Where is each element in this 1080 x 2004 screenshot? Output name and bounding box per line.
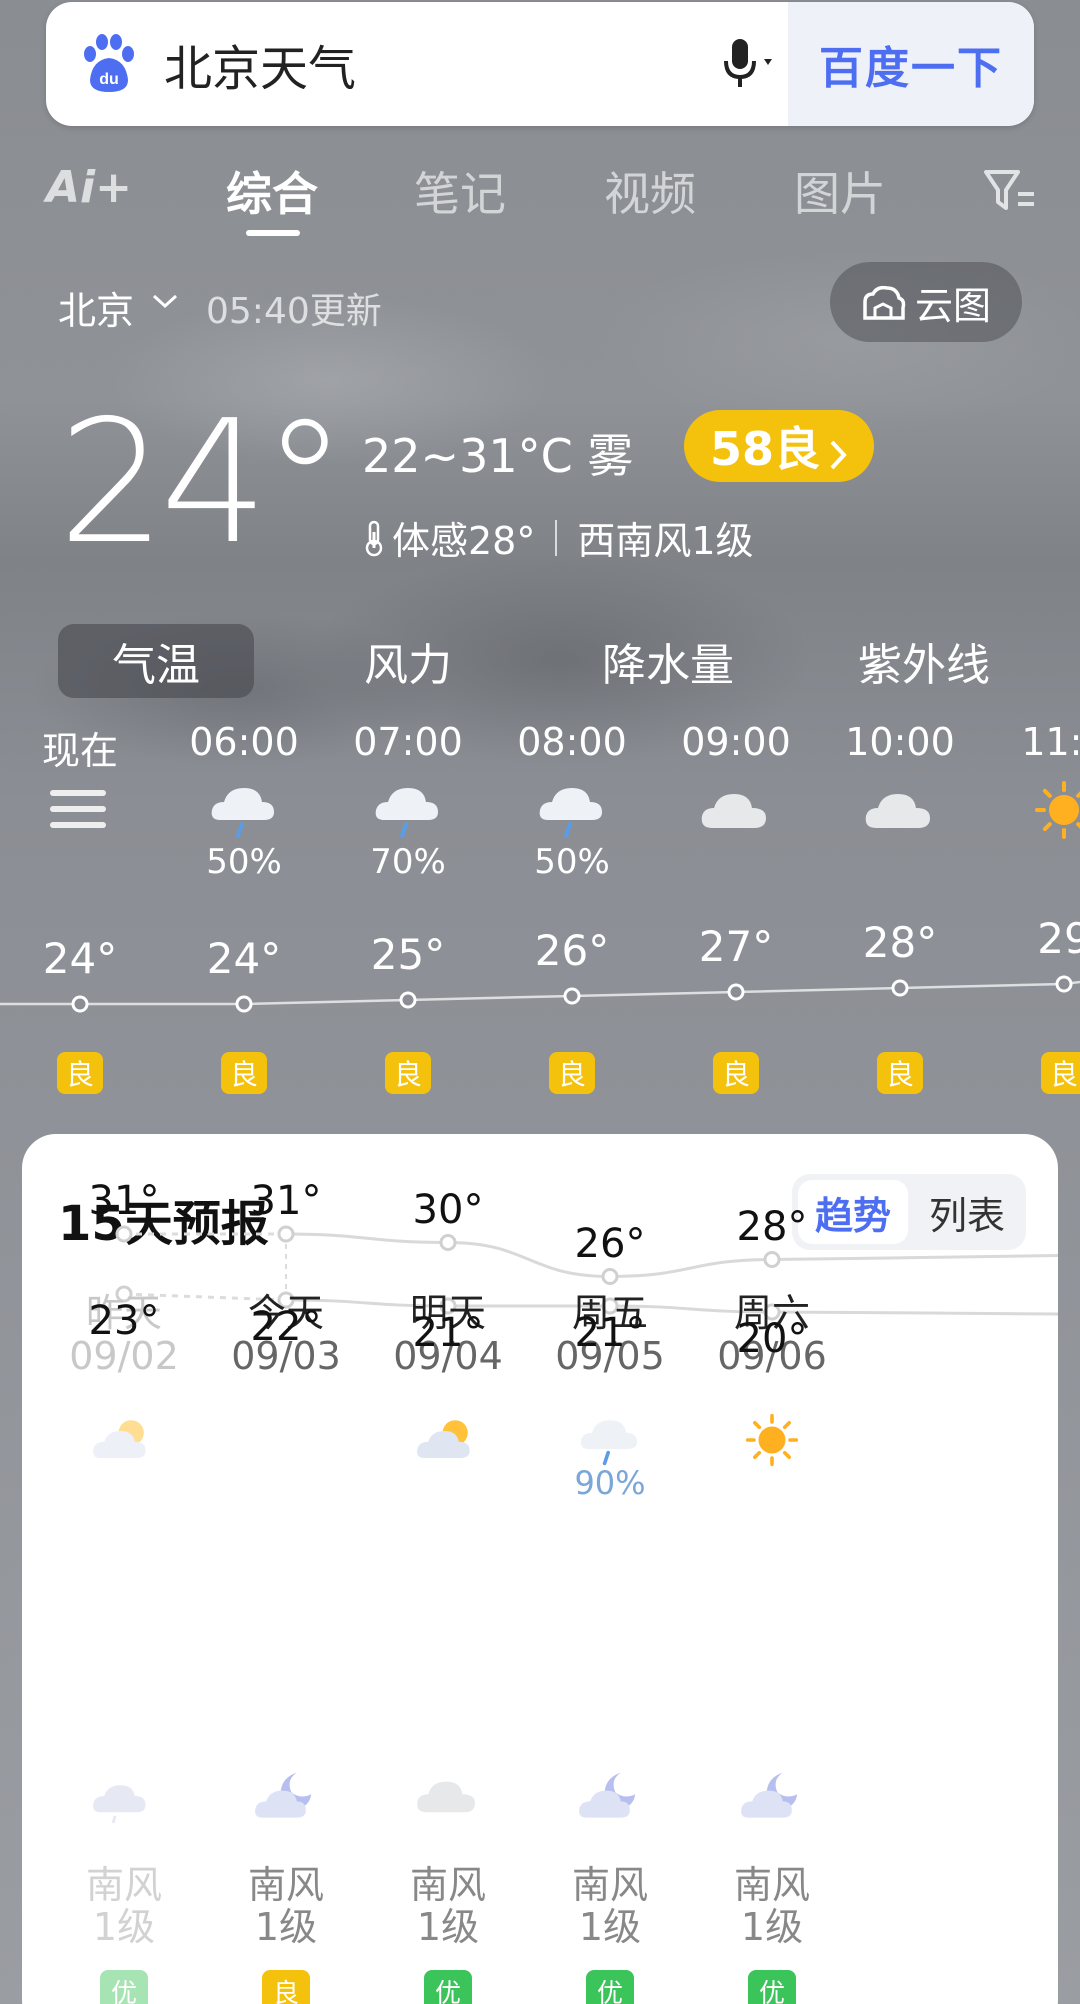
hour-time: 07:00 bbox=[353, 720, 463, 764]
metric-tab-uv[interactable]: 紫外线 bbox=[822, 624, 1026, 698]
hour-aqi-chip: 良 bbox=[57, 1052, 103, 1094]
fog-icon bbox=[250, 1410, 322, 1470]
microphone-icon[interactable] bbox=[718, 29, 778, 99]
current-temperature: 24° bbox=[58, 384, 347, 582]
update-time: 05:40更新 bbox=[206, 291, 382, 332]
tab-comprehensive[interactable]: 综合 bbox=[226, 158, 318, 224]
cloudy-night-icon bbox=[88, 1764, 160, 1828]
day-aqi-chip: 良 bbox=[262, 1970, 310, 2004]
baidu-paw-icon: du bbox=[76, 32, 140, 96]
active-tab-indicator bbox=[246, 230, 300, 236]
hour-time: 08:00 bbox=[517, 720, 627, 764]
hour-temp-point bbox=[563, 987, 581, 1005]
sun-cloud-icon bbox=[412, 1410, 484, 1470]
forecast-day-column[interactable]: 周六 09/06 28° 20° 南风 1级 优 bbox=[672, 1134, 872, 2004]
fog-icon bbox=[40, 780, 120, 840]
day-aqi-chip: 优 bbox=[586, 1970, 634, 2004]
tab-images[interactable]: 图片 bbox=[794, 158, 886, 224]
hour-aqi-chip: 良 bbox=[385, 1052, 431, 1094]
search-input[interactable]: 北京天气 bbox=[164, 29, 718, 99]
thermometer-icon bbox=[362, 518, 386, 558]
wind-level: 1级 bbox=[740, 1905, 804, 1949]
hour-time: 09:00 bbox=[681, 720, 791, 764]
rain-cloud-icon bbox=[204, 780, 284, 840]
sun-cloud-icon bbox=[88, 1410, 160, 1470]
day-low-temp: 20° bbox=[736, 1316, 808, 1362]
metric-tab-precipitation[interactable]: 降水量 bbox=[566, 624, 770, 698]
metric-tab-wind[interactable]: 风力 bbox=[310, 624, 506, 698]
hour-temp-point bbox=[71, 995, 89, 1013]
cloud-map-icon bbox=[861, 282, 907, 322]
hour-time: 11:0 bbox=[1021, 720, 1080, 764]
moon-cloud-icon bbox=[574, 1764, 646, 1828]
hour-temp-point bbox=[1055, 975, 1073, 993]
cloud-icon bbox=[860, 780, 940, 840]
hour-aqi-chip: 良 bbox=[877, 1052, 923, 1094]
divider bbox=[555, 519, 558, 556]
search-bar[interactable]: du 北京天气 百度一下 bbox=[46, 2, 1034, 126]
tab-notes[interactable]: 笔记 bbox=[414, 158, 506, 224]
chevron-right-icon bbox=[828, 429, 848, 470]
aqi-value: 58良 bbox=[710, 422, 821, 476]
cloud-icon bbox=[696, 780, 776, 840]
metric-tab-temperature[interactable]: 气温 bbox=[58, 624, 254, 698]
filter-icon[interactable] bbox=[982, 166, 1038, 216]
cloud-icon bbox=[412, 1764, 484, 1828]
day-high-temp: 28° bbox=[736, 1203, 808, 1250]
temp-range-condition: 22~31°C 雾 bbox=[362, 429, 634, 483]
sun-icon bbox=[1024, 780, 1080, 840]
hour-temp-point bbox=[399, 991, 417, 1009]
tab-video[interactable]: 视频 bbox=[604, 158, 696, 224]
rain-cloud-icon bbox=[368, 780, 448, 840]
cloud-map-label: 云图 bbox=[914, 283, 991, 328]
hour-temp-point bbox=[235, 995, 253, 1013]
hour-precip-prob: 70% bbox=[370, 842, 446, 882]
hour-temp-point bbox=[727, 983, 745, 1001]
cloud-map-button[interactable]: 云图 bbox=[830, 262, 1022, 342]
day-aqi-chip: 优 bbox=[748, 1970, 796, 2004]
feels-like: 体感28° bbox=[392, 519, 536, 563]
moon-cloud-icon bbox=[736, 1764, 808, 1828]
day-aqi-chip: 优 bbox=[424, 1970, 472, 2004]
city-selector[interactable]: 北京 bbox=[58, 280, 134, 335]
sun-icon bbox=[736, 1410, 808, 1470]
forecast-card: 15天预报 趋势 列表 昨天 09/02 31° 23° 南风 1级 优 今天 0… bbox=[22, 1134, 1058, 2004]
current-wind: 西南风1级 bbox=[577, 519, 754, 563]
hour-aqi-chip: 良 bbox=[549, 1052, 595, 1094]
hour-temp-point bbox=[891, 979, 909, 997]
hour-aqi-chip: 良 bbox=[713, 1052, 759, 1094]
moon-cloud-icon bbox=[250, 1764, 322, 1828]
rain-cloud-icon bbox=[532, 780, 612, 840]
hour-time: 现在 bbox=[41, 729, 118, 773]
hour-time: 06:00 bbox=[189, 720, 299, 764]
hour-precip-prob: 50% bbox=[206, 842, 282, 882]
hourly-temp-line bbox=[0, 975, 1080, 1013]
search-button[interactable]: 百度一下 bbox=[788, 2, 1034, 126]
day-wind: 南风 1级 bbox=[672, 1864, 872, 1948]
hour-time: 10:00 bbox=[845, 720, 955, 764]
chevron-down-icon[interactable] bbox=[150, 290, 180, 312]
aqi-badge[interactable]: 58良 bbox=[684, 410, 875, 482]
hour-precip-prob: 50% bbox=[534, 842, 610, 882]
svg-text:du: du bbox=[99, 71, 119, 88]
day-aqi-chip: 优 bbox=[100, 1970, 148, 2004]
rain-cloud-icon bbox=[574, 1410, 646, 1470]
hour-aqi-chip: 良 bbox=[1041, 1052, 1080, 1094]
result-tabs: Ai+ 综合 笔记 视频 图片 bbox=[0, 158, 1080, 238]
wind-direction: 南风 bbox=[733, 1863, 810, 1907]
tab-ai[interactable]: Ai+ bbox=[46, 162, 132, 213]
feels-wind-row: 体感28° 西南风1级 bbox=[362, 510, 754, 565]
hour-aqi-chip: 良 bbox=[221, 1052, 267, 1094]
